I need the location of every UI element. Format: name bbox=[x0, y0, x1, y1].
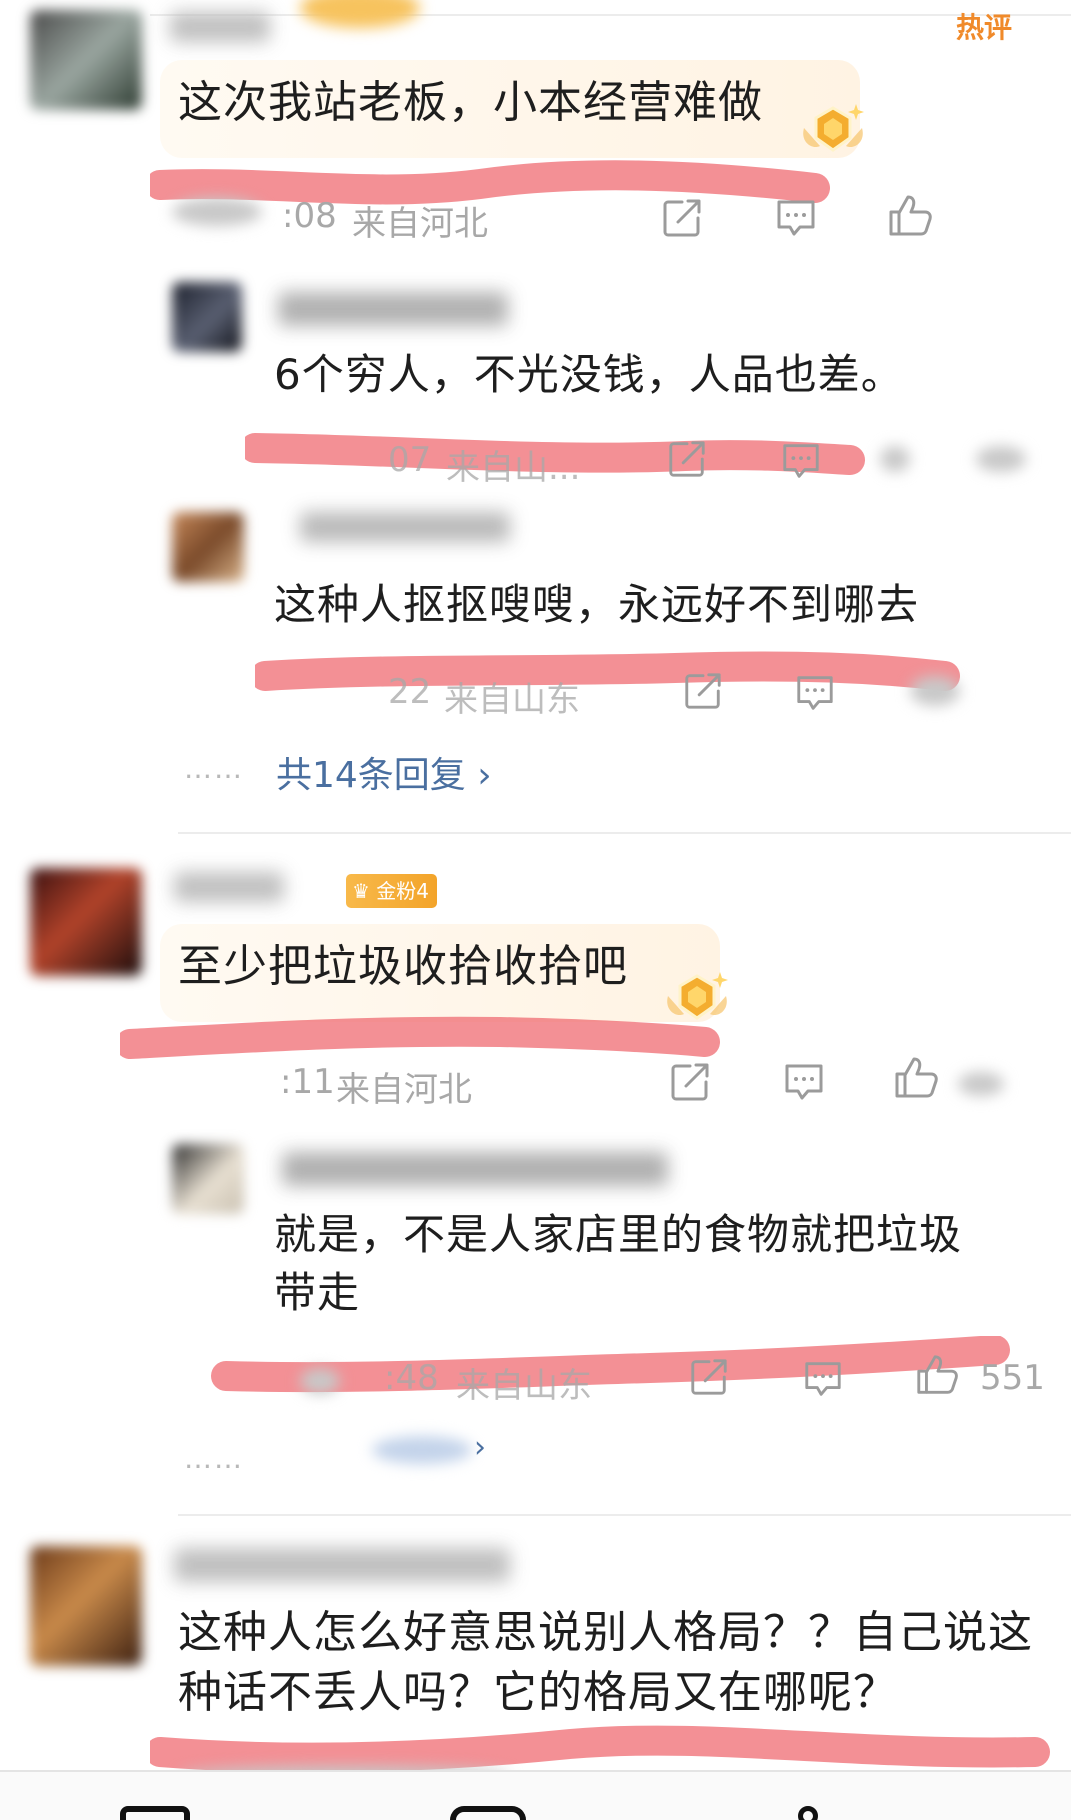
share-icon[interactable] bbox=[666, 438, 708, 480]
blurred-like-count bbox=[976, 446, 1026, 472]
fan-level-badge: ♛ 金粉4 bbox=[346, 874, 438, 908]
nav-icon[interactable] bbox=[450, 1806, 526, 1820]
more-replies-dots: …… bbox=[184, 752, 244, 785]
avatar[interactable] bbox=[30, 868, 142, 976]
comment-location: 来自河北 bbox=[336, 1070, 472, 1110]
avatar[interactable] bbox=[30, 10, 142, 110]
username-blurred[interactable] bbox=[174, 1548, 510, 1582]
comment-text-line2: 种话不丢人吗？它的格局又在哪呢？ bbox=[178, 1667, 898, 1718]
comment-text-line1: 这种人怎么好意思说别人格局？？自己说这 bbox=[178, 1607, 1033, 1658]
comment-text: 至少把垃圾收拾收拾吧 bbox=[178, 941, 628, 992]
top-divider bbox=[150, 14, 1071, 16]
reply-text-line2: 带走 bbox=[274, 1268, 361, 1317]
reply-time: 07 bbox=[388, 440, 432, 480]
more-replies-dots: …… bbox=[184, 1442, 244, 1475]
comment-icon[interactable] bbox=[780, 440, 822, 482]
reply-avatar[interactable] bbox=[172, 282, 242, 352]
comment-divider bbox=[178, 832, 1071, 834]
thumbs-up-icon[interactable] bbox=[892, 1054, 940, 1102]
reply-location: 来自山... bbox=[446, 448, 581, 488]
comment-icon[interactable] bbox=[802, 1358, 844, 1400]
blurred-top-element bbox=[300, 0, 420, 28]
reply-time: :48 bbox=[384, 1358, 439, 1398]
comment-icon[interactable] bbox=[782, 1060, 826, 1104]
share-icon[interactable] bbox=[660, 196, 704, 240]
nav-icon[interactable] bbox=[120, 1806, 190, 1820]
avatar[interactable] bbox=[30, 1546, 142, 1666]
blurred-meta bbox=[300, 1368, 340, 1394]
reply-avatar[interactable] bbox=[172, 1144, 244, 1214]
blurred-like bbox=[910, 676, 960, 706]
username-blurred[interactable] bbox=[170, 12, 270, 42]
blurred-like-count bbox=[958, 1072, 1004, 1096]
reply-avatar[interactable] bbox=[172, 512, 244, 582]
nav-icon[interactable] bbox=[798, 1806, 818, 1820]
hot-comment-label: 热评 bbox=[956, 11, 1013, 44]
blurred-more-replies bbox=[372, 1436, 472, 1464]
highlight-marker bbox=[150, 160, 830, 205]
reply-username-blurred[interactable] bbox=[282, 1152, 668, 1186]
reply-location: 来自山东 bbox=[456, 1366, 592, 1406]
share-icon[interactable] bbox=[682, 670, 724, 712]
blurred-like bbox=[880, 446, 910, 472]
crown-badge-icon bbox=[662, 966, 732, 1026]
highlight-marker bbox=[255, 651, 960, 691]
more-replies-link[interactable]: 共14条回复 › bbox=[276, 746, 492, 798]
more-replies-arrow[interactable]: › bbox=[474, 1430, 486, 1465]
blurred-meta bbox=[172, 198, 262, 226]
comment-icon[interactable] bbox=[774, 196, 818, 240]
comment-time: :08 bbox=[282, 196, 337, 236]
reply-username-blurred[interactable] bbox=[278, 292, 508, 326]
comment-icon[interactable] bbox=[794, 672, 836, 714]
thumbs-up-icon[interactable] bbox=[886, 192, 934, 240]
comment-time: :11 bbox=[280, 1062, 335, 1102]
comment-divider bbox=[178, 1514, 1071, 1516]
share-icon[interactable] bbox=[668, 1060, 712, 1104]
crown-badge-icon bbox=[798, 98, 868, 158]
comment-location: 来自河北 bbox=[352, 204, 488, 244]
share-icon[interactable] bbox=[688, 1356, 730, 1398]
username-blurred[interactable] bbox=[174, 872, 284, 902]
comment-text: 这次我站老板，小本经营难做 bbox=[178, 77, 763, 128]
reply-time: 22 bbox=[388, 672, 432, 712]
reply-location: 来自山东 bbox=[444, 680, 580, 720]
reply-text-line1: 就是，不是人家店里的食物就把垃圾 bbox=[274, 1210, 963, 1259]
like-count: 551 bbox=[980, 1358, 1045, 1398]
reply-text: 6个穷人，不光没钱，人品也差。 bbox=[274, 350, 904, 399]
reply-text: 这种人抠抠嗖嗖，永远好不到哪去 bbox=[274, 580, 920, 629]
reply-username-blurred[interactable] bbox=[300, 512, 510, 542]
thumbs-up-icon[interactable] bbox=[914, 1352, 960, 1398]
fan-level-label: 金粉4 bbox=[376, 879, 430, 903]
